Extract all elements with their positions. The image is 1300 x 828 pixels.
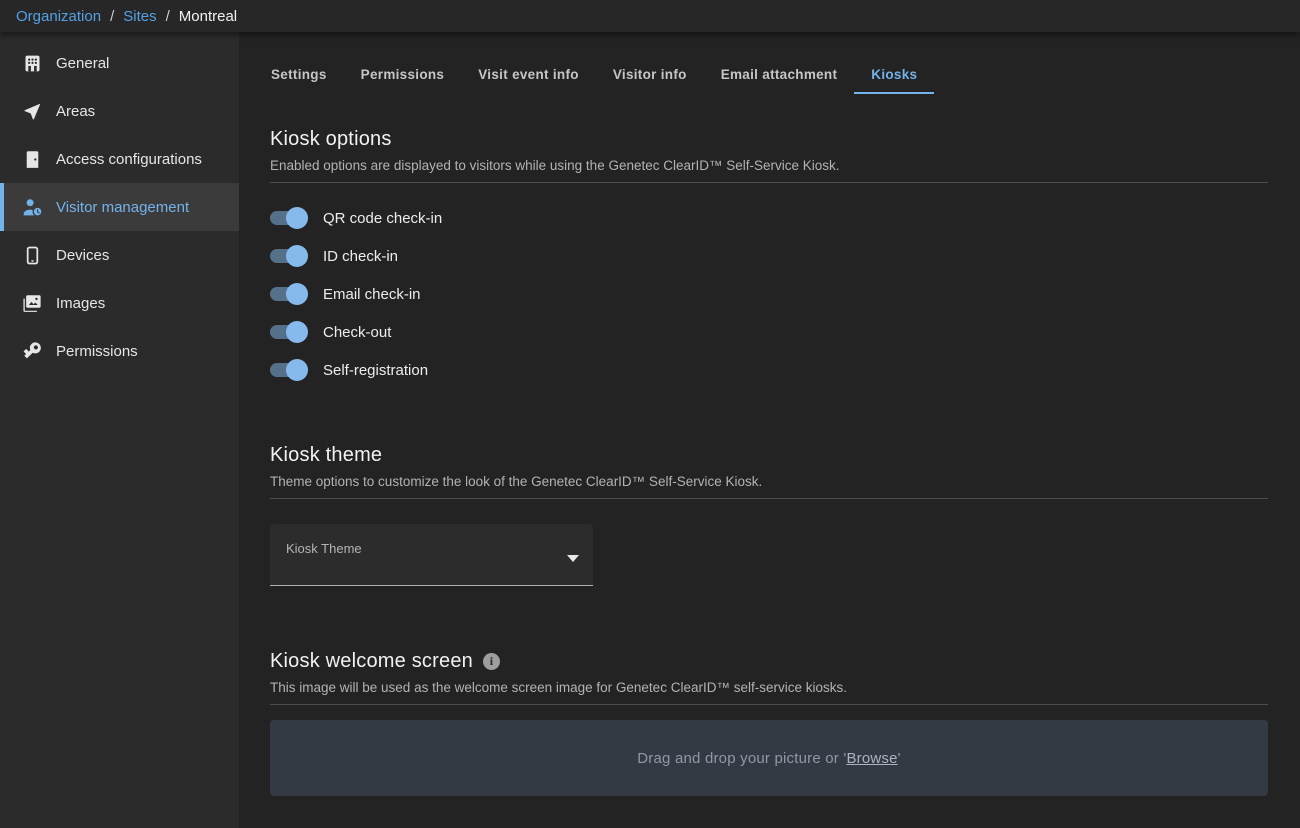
navigation-arrow-icon bbox=[20, 99, 44, 123]
toggle-switch[interactable] bbox=[270, 248, 306, 264]
kiosk-welcome-description: This image will be used as the welcome s… bbox=[270, 680, 1268, 695]
sidebar: General Areas Access configurations bbox=[0, 32, 239, 828]
breadcrumb: Organization / Sites / Montreal bbox=[16, 8, 237, 25]
kiosk-theme-dropdown-label: Kiosk Theme bbox=[286, 541, 362, 556]
section-divider bbox=[270, 498, 1268, 499]
sidebar-item-permissions[interactable]: Permissions bbox=[0, 327, 239, 375]
tab-email-attachment[interactable]: Email attachment bbox=[704, 56, 855, 94]
toggle-qr-code-check-in[interactable]: QR code check-in bbox=[270, 199, 1268, 237]
sidebar-item-label: Devices bbox=[56, 247, 109, 264]
info-icon[interactable]: i bbox=[483, 653, 500, 670]
tab-permissions[interactable]: Permissions bbox=[344, 56, 462, 94]
dropzone-text: Drag and drop your picture or ' bbox=[637, 750, 846, 767]
breadcrumb-separator: / bbox=[110, 8, 114, 25]
toggle-switch[interactable] bbox=[270, 286, 306, 302]
sidebar-item-visitor-management[interactable]: Visitor management bbox=[0, 183, 239, 231]
kiosk-welcome-section: Kiosk welcome screen i This image will b… bbox=[270, 650, 1268, 796]
sidebar-item-label: Access configurations bbox=[56, 151, 202, 168]
kiosk-theme-description: Theme options to customize the look of t… bbox=[270, 474, 1268, 489]
image-dropzone[interactable]: Drag and drop your picture or 'Browse' bbox=[270, 720, 1268, 796]
sidebar-item-label: Visitor management bbox=[56, 199, 189, 216]
sidebar-item-label: Areas bbox=[56, 103, 95, 120]
tab-visitor-info[interactable]: Visitor info bbox=[596, 56, 704, 94]
breadcrumb-current-site: Montreal bbox=[179, 8, 237, 25]
sidebar-item-label: General bbox=[56, 55, 109, 72]
toggle-label: Email check-in bbox=[323, 286, 421, 303]
kiosk-options-description: Enabled options are displayed to visitor… bbox=[270, 158, 1268, 173]
kiosk-theme-dropdown[interactable]: Kiosk Theme bbox=[270, 524, 593, 586]
toggle-email-check-in[interactable]: Email check-in bbox=[270, 275, 1268, 313]
kiosk-options-title: Kiosk options bbox=[270, 128, 1268, 151]
toggle-self-registration[interactable]: Self-registration bbox=[270, 351, 1268, 389]
sidebar-item-general[interactable]: General bbox=[0, 39, 239, 87]
key-icon bbox=[20, 339, 44, 363]
breadcrumb-organization[interactable]: Organization bbox=[16, 8, 101, 25]
main-content: Settings Permissions Visit event info Vi… bbox=[239, 32, 1300, 828]
tab-kiosks[interactable]: Kiosks bbox=[854, 56, 934, 94]
sidebar-item-devices[interactable]: Devices bbox=[0, 231, 239, 279]
kiosk-welcome-title: Kiosk welcome screen bbox=[270, 650, 473, 673]
building-icon bbox=[20, 51, 44, 75]
kiosk-theme-section: Kiosk theme Theme options to customize t… bbox=[270, 444, 1268, 586]
section-divider bbox=[270, 704, 1268, 705]
tab-visit-event-info[interactable]: Visit event info bbox=[461, 56, 596, 94]
tab-settings[interactable]: Settings bbox=[254, 56, 344, 94]
top-bar: Organization / Sites / Montreal bbox=[0, 0, 1300, 32]
sidebar-item-label: Permissions bbox=[56, 343, 138, 360]
door-icon bbox=[20, 147, 44, 171]
photo-icon bbox=[20, 291, 44, 315]
section-divider bbox=[270, 182, 1268, 183]
chevron-down-icon bbox=[567, 555, 579, 562]
kiosk-options-section: Kiosk options Enabled options are displa… bbox=[270, 128, 1268, 389]
toggle-check-out[interactable]: Check-out bbox=[270, 313, 1268, 351]
smartphone-icon bbox=[20, 243, 44, 267]
tab-bar: Settings Permissions Visit event info Vi… bbox=[254, 56, 1268, 94]
toggle-switch[interactable] bbox=[270, 324, 306, 340]
browse-link[interactable]: Browse bbox=[846, 750, 897, 767]
person-clock-icon bbox=[20, 195, 44, 219]
sidebar-item-access-configurations[interactable]: Access configurations bbox=[0, 135, 239, 183]
dropzone-text: ' bbox=[898, 750, 901, 767]
breadcrumb-separator: / bbox=[166, 8, 170, 25]
sidebar-item-label: Images bbox=[56, 295, 105, 312]
toggle-id-check-in[interactable]: ID check-in bbox=[270, 237, 1268, 275]
toggle-switch[interactable] bbox=[270, 210, 306, 226]
kiosk-theme-title: Kiosk theme bbox=[270, 444, 1268, 467]
toggle-label: QR code check-in bbox=[323, 210, 442, 227]
toggle-label: Check-out bbox=[323, 324, 391, 341]
sidebar-item-areas[interactable]: Areas bbox=[0, 87, 239, 135]
toggle-label: ID check-in bbox=[323, 248, 398, 265]
breadcrumb-sites[interactable]: Sites bbox=[123, 8, 156, 25]
toggle-switch[interactable] bbox=[270, 362, 306, 378]
toggle-label: Self-registration bbox=[323, 362, 428, 379]
kiosk-options-toggle-list: QR code check-in ID check-in Email check… bbox=[270, 199, 1268, 389]
sidebar-item-images[interactable]: Images bbox=[0, 279, 239, 327]
